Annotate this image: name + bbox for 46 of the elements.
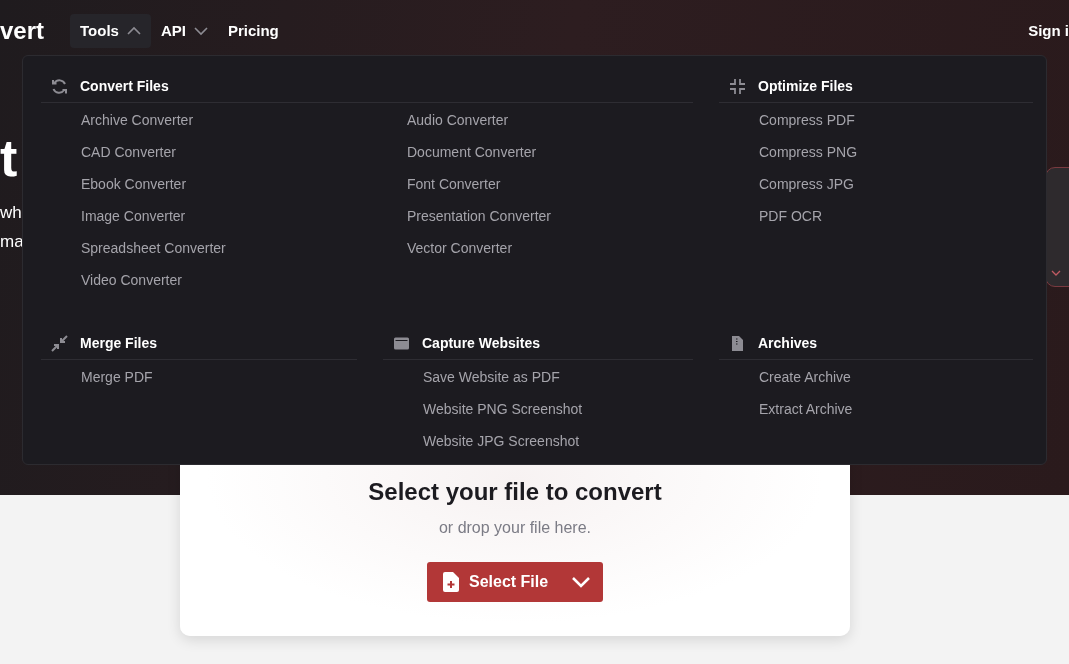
menu-link[interactable]: Image Converter (81, 200, 407, 232)
section-title: Merge Files (80, 333, 158, 353)
menu-link[interactable]: Merge PDF (81, 361, 357, 393)
menu-link[interactable]: Video Converter (81, 264, 407, 296)
chevron-down-icon (1051, 270, 1061, 277)
menu-link[interactable]: Compress PNG (759, 136, 1033, 168)
hero-title: t (0, 132, 18, 184)
hero-text: ma (0, 231, 24, 253)
file-archive-icon (729, 334, 746, 352)
file-plus-icon (443, 572, 459, 592)
menu-link[interactable]: Spreadsheet Converter (81, 232, 407, 264)
menu-link[interactable]: Audio Converter (407, 104, 693, 136)
nav-dropdown[interactable]: Tools (70, 13, 151, 49)
menu-link[interactable]: Extract Archive (759, 393, 1033, 425)
menu-link[interactable]: Compress PDF (759, 104, 1033, 136)
nav-link[interactable]: Pricing (217, 13, 289, 49)
menu-link[interactable]: Create Archive (759, 361, 1033, 393)
menu-link[interactable]: Archive Converter (81, 104, 407, 136)
section-title: Optimize Files (758, 76, 853, 96)
section-title: Archives (758, 333, 818, 353)
chevron-down-icon (193, 26, 208, 36)
menu-link[interactable]: Website PNG Screenshot (423, 393, 693, 425)
sign-in-link[interactable]: Sign i (1028, 19, 1069, 43)
menu-link[interactable]: Document Converter (407, 136, 693, 168)
arrows-inward-icon (51, 334, 68, 352)
chevron-down-icon (571, 576, 591, 588)
menu-link[interactable]: Presentation Converter (407, 200, 693, 232)
menu-link[interactable]: PDF OCR (759, 200, 1033, 232)
menu-link[interactable]: Compress JPG (759, 168, 1033, 200)
nav-dropdown[interactable]: API (150, 13, 218, 49)
menu-link[interactable]: CAD Converter (81, 136, 407, 168)
upload-title: Select your file to convert (368, 477, 662, 507)
compress-icon (729, 77, 746, 95)
hero-text: wh (0, 202, 22, 224)
menu-link[interactable]: Ebook Converter (81, 168, 407, 200)
upload-hint: or drop your file here. (438, 518, 592, 538)
arrows-cycle-icon (51, 77, 68, 95)
select-file-button[interactable]: Select File (427, 562, 603, 602)
menu-link[interactable]: Save Website as PDF (423, 361, 693, 393)
menu-link[interactable]: Font Converter (407, 168, 693, 200)
menu-link[interactable]: Vector Converter (407, 232, 693, 264)
chevron-up-icon (126, 26, 141, 36)
logo[interactable]: vert (0, 19, 45, 43)
section-title: Capture Websites (422, 333, 540, 353)
menu-link[interactable]: Website JPG Screenshot (423, 425, 693, 457)
section-title: Convert Files (80, 76, 169, 96)
